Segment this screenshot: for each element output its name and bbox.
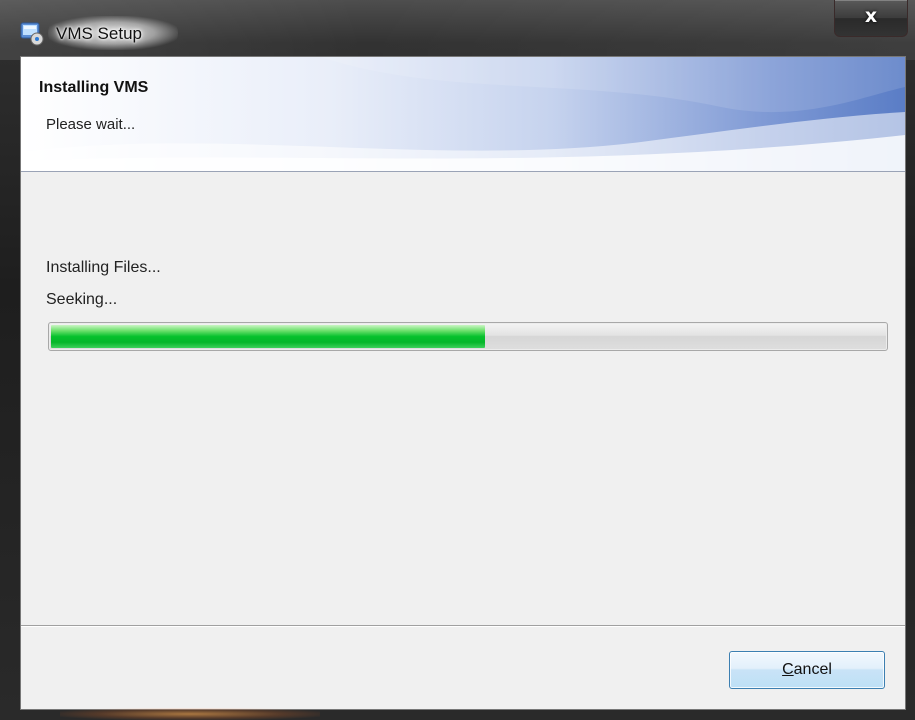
dialog-client-area: Installing VMS Please wait... Installing… <box>20 56 906 710</box>
cancel-button[interactable]: Cancel <box>729 651 885 689</box>
progress-fill <box>51 325 485 348</box>
close-button[interactable]: x <box>834 0 908 37</box>
taskbar-glow <box>60 708 320 720</box>
status-action-label: Installing Files... <box>46 259 161 276</box>
footer-divider <box>21 625 905 627</box>
installer-app-icon <box>20 22 44 46</box>
banner-subtitle: Please wait... <box>46 116 136 133</box>
close-icon: x <box>864 5 878 27</box>
banner-wave-graphic <box>21 57 905 171</box>
header-banner: Installing VMS Please wait... <box>21 57 905 172</box>
cancel-accelerator: C <box>782 661 794 678</box>
install-progress-bar <box>48 322 888 351</box>
installer-window: VMS Setup x Installing VMS Please wait..… <box>0 0 915 720</box>
status-detail-label: Seeking... <box>46 291 118 308</box>
cancel-label: ancel <box>793 661 832 678</box>
banner-title: Installing VMS <box>39 79 149 96</box>
window-title: VMS Setup <box>56 24 142 43</box>
title-bar[interactable]: VMS Setup x <box>0 0 915 56</box>
